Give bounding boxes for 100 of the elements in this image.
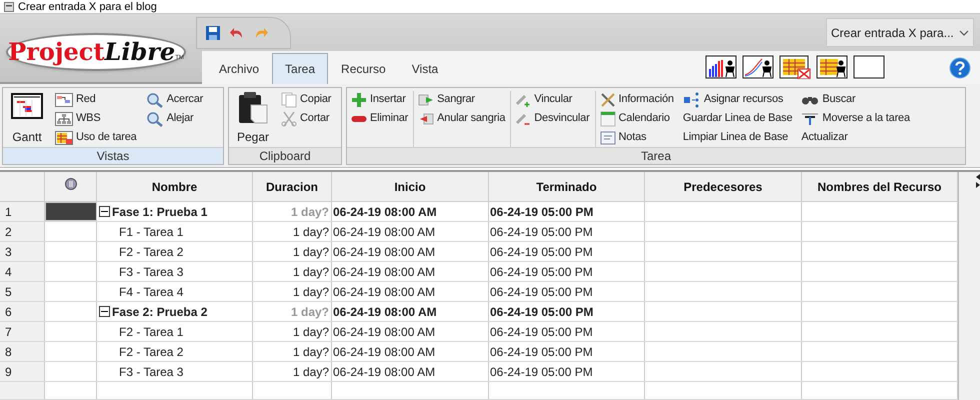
view-button[interactable] [816,55,848,79]
ribbon-button[interactable]: Insertar [351,91,408,108]
column-header[interactable]: Duracion [253,172,332,201]
column-header[interactable]: Predecesores [645,172,802,201]
duration-cell: 1 day? [253,282,332,301]
row-number: 8 [0,342,45,361]
ribbon-tab[interactable]: Archivo [206,53,272,84]
split-arrows-icon [976,174,980,188]
ribbon-button[interactable]: Asignar recursos [682,91,792,108]
notes-icon [600,130,616,144]
outdent-icon [418,112,434,126]
duration-cell: 1 day? [253,362,332,381]
task-name: F1 - Tarea 1 [119,224,184,240]
ribbon-button[interactable]: WBS [55,110,137,127]
view-button[interactable] [853,55,885,79]
ribbon-button[interactable]: Actualizar [801,129,910,146]
ribbon-button[interactable]: Guardar Linea de Base [682,110,792,127]
minus-icon [101,208,108,215]
column-header[interactable]: Terminado [489,172,645,201]
task-name: F2 - Tarea 2 [119,244,184,260]
duration-cell: 1 day? [253,322,332,341]
start-cell: 06-24-19 08:00 AM [332,362,489,381]
app-icon [4,2,14,12]
ribbon-button[interactable]: Alejar [146,110,204,127]
start-cell: 06-24-19 08:00 AM [332,242,489,261]
row-number: 2 [0,222,45,241]
go-to-task-icon [801,112,820,126]
collapse-toggle[interactable] [99,306,110,317]
collapse-toggle[interactable] [99,206,110,217]
indent-icon [418,92,434,106]
ribbon-button[interactable]: Sangrar [418,91,506,108]
start-cell: 06-24-19 08:00 AM [332,342,489,361]
scissors-icon [281,110,298,126]
histogram-person-icon [705,55,737,79]
duration-cell: 1 day? [253,262,332,281]
duration-cell: 1 day? [253,242,332,261]
zoom-out-icon [146,110,164,126]
indicator-cell[interactable] [45,202,97,221]
row-number: 5 [0,282,45,301]
column-header[interactable]: Inicio [332,172,489,201]
view-button[interactable] [779,55,811,79]
save-icon [205,25,221,41]
minus-icon [101,308,108,315]
gantt-chart-icon [11,91,43,121]
ribbon-button[interactable]: Cortar [281,110,332,127]
help-button[interactable] [949,57,971,79]
ribbon-button[interactable]: Anular sangria [418,110,506,127]
ribbon-button[interactable]: Desvincular [515,110,590,127]
start-cell: 06-24-19 08:00 AM [332,322,489,341]
ribbon-button[interactable]: Uso de tarea [55,129,137,146]
task-name: F3 - Tarea 3 [119,264,184,280]
row-number: 1 [0,202,45,221]
calendar-icon [600,110,616,126]
ribbon-button[interactable]: Moverse a la tarea [801,110,910,127]
finish-cell: 06-24-19 05:00 PM [489,342,645,361]
view-button[interactable] [742,55,774,79]
ribbon-button[interactable]: Red [55,91,137,108]
task-name: Fase 2: Prueba 2 [112,304,208,320]
copy-icon [281,92,298,108]
ribbon-button[interactable]: Pegar [233,91,274,147]
line-chart-person-icon [742,55,774,79]
wrench-screwdriver-icon [600,92,616,108]
ribbon-tab[interactable]: Tarea [272,53,328,84]
save-button[interactable] [205,25,221,41]
task-name: F4 - Tarea 4 [119,284,184,300]
ribbon-tab[interactable]: Vista [398,53,452,84]
task-name: F2 - Tarea 2 [119,344,184,360]
start-cell: 06-24-19 08:00 AM [332,262,489,281]
indicator-header-icon [64,178,76,190]
task-name: Fase 1: Prueba 1 [112,204,208,220]
start-cell: 06-24-19 08:00 AM [332,302,489,321]
plus-icon [351,92,367,108]
finish-cell: 06-24-19 05:00 PM [489,202,645,221]
ribbon-button[interactable]: Buscar [801,91,910,108]
ribbon-button[interactable]: Notas [600,129,674,146]
row-number: 4 [0,262,45,281]
finish-cell: 06-24-19 05:00 PM [489,362,645,381]
ribbon-button[interactable]: Copiar [281,91,332,108]
project-dropdown[interactable]: Crear entrada X para... [826,18,974,47]
ribbon-button[interactable]: Eliminar [351,110,408,127]
blank-view-icon [853,55,885,79]
column-header[interactable]: Nombre [97,172,253,201]
row-number: 9 [0,362,45,381]
ribbon-button[interactable]: Información [600,91,674,108]
start-cell: 06-24-19 08:00 AM [332,282,489,301]
ribbon-button[interactable]: Acercar [146,91,204,108]
ribbon-tab[interactable]: Recurso [328,53,399,84]
group-label: Vistas [3,147,223,164]
resource-assign-icon [682,92,701,108]
view-button[interactable] [705,55,737,79]
task-usage-icon [55,130,73,144]
finish-cell: 06-24-19 05:00 PM [489,282,645,301]
task-name: F2 - Tarea 1 [119,324,184,340]
ribbon-button[interactable]: Calendario [600,110,674,127]
hierarchy-icon [55,112,73,126]
ribbon-button[interactable]: Limpiar Linea de Base [682,129,792,146]
ribbon-button[interactable]: Vincular [515,91,590,108]
network-diagram-icon [55,92,73,106]
finish-cell: 06-24-19 05:00 PM [489,242,645,261]
ribbon-button[interactable]: Gantt [7,91,47,147]
